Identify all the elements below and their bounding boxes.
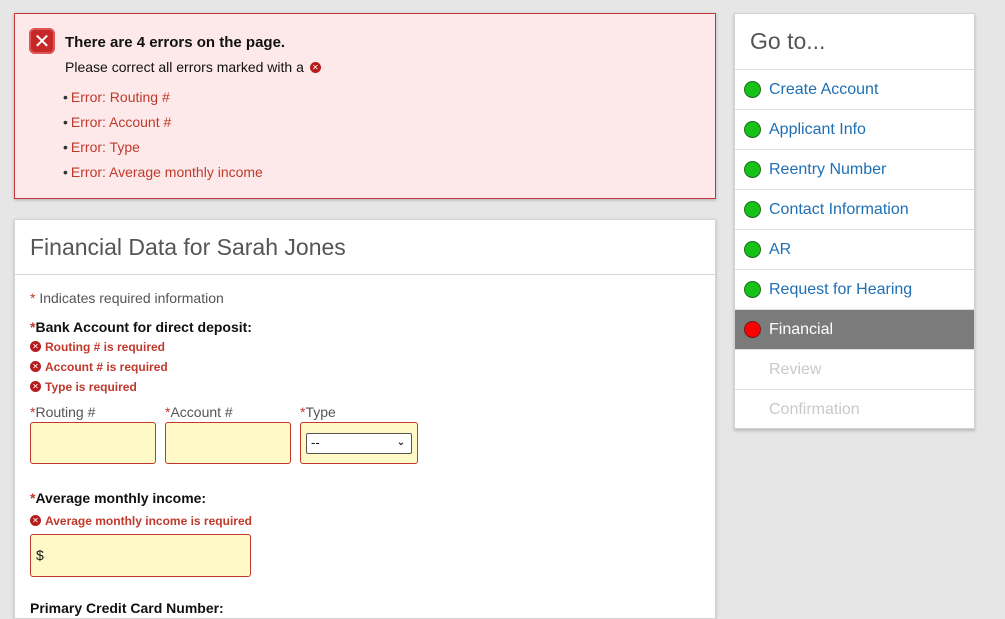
type-select-wrapper: -- ⌄ — [300, 422, 418, 464]
error-summary-subtitle-text: Please correct all errors marked with a — [65, 59, 304, 75]
type-label-text: Type — [305, 404, 336, 420]
income-error: ✕ Average monthly income is required — [30, 514, 252, 528]
status-complete-icon — [744, 81, 761, 98]
nav-item-label: Contact Information — [769, 201, 909, 218]
credit-card-label: Primary Credit Card Number: — [30, 600, 224, 616]
error-x-icon: ✕ — [30, 515, 41, 527]
routing-error-text: Routing # is required — [45, 340, 166, 354]
error-x-icon: ✕ — [29, 28, 55, 54]
error-summary-subtitle: Please correct all errors marked with a ✕ — [65, 59, 321, 75]
routing-input[interactable] — [30, 422, 156, 464]
status-complete-icon — [744, 161, 761, 178]
type-select-value: -- — [311, 435, 320, 450]
nav-item-label: Applicant Info — [769, 121, 866, 138]
type-select[interactable]: -- ⌄ — [306, 433, 412, 454]
financial-form-card: Financial Data for Sarah Jones * Indicat… — [14, 219, 716, 619]
goto-nav: Go to... Create Account Applicant Info R… — [734, 13, 975, 429]
account-input[interactable] — [165, 422, 291, 464]
income-error-text: Average monthly income is required — [45, 514, 252, 528]
nav-item-request-for-hearing[interactable]: Request for Hearing — [735, 270, 974, 310]
nav-item-create-account[interactable]: Create Account — [735, 70, 974, 110]
nav-title: Go to... — [735, 14, 974, 70]
error-summary: ✕ There are 4 errors on the page. Please… — [14, 13, 716, 199]
nav-item-label: Financial — [769, 321, 834, 338]
status-complete-icon — [744, 281, 761, 298]
error-list-item: • Error: Average monthly income — [63, 164, 263, 180]
error-list-item: • Error: Account # — [63, 114, 172, 130]
nav-item-contact-information[interactable]: Contact Information — [735, 190, 974, 230]
routing-label: *Routing # — [30, 404, 95, 420]
type-error-text: Type is required — [45, 380, 137, 394]
error-x-icon: ✕ — [30, 341, 41, 353]
error-x-icon: ✕ — [309, 61, 321, 73]
type-error: ✕ Type is required — [30, 380, 137, 394]
income-label-text: Average monthly income: — [35, 490, 207, 506]
bank-account-label: *Bank Account for direct deposit: — [30, 319, 252, 335]
error-x-icon: ✕ — [30, 361, 41, 373]
required-note-text: Indicates required information — [39, 290, 224, 306]
error-x-icon: ✕ — [30, 381, 41, 393]
currency-prefix: $ — [36, 547, 44, 563]
nav-item-label: Review — [769, 361, 822, 378]
required-star: * — [30, 290, 36, 306]
nav-item-label: Confirmation — [769, 401, 860, 418]
error-summary-title: There are 4 errors on the page. — [65, 34, 286, 51]
required-note: * Indicates required information — [30, 290, 224, 306]
nav-item-label: Create Account — [769, 81, 879, 98]
nav-item-label: Request for Hearing — [769, 281, 913, 298]
status-complete-icon — [744, 241, 761, 258]
nav-item-applicant-info[interactable]: Applicant Info — [735, 110, 974, 150]
status-complete-icon — [744, 201, 761, 218]
income-label: *Average monthly income: — [30, 490, 206, 506]
nav-item-confirmation: Confirmation — [735, 390, 974, 430]
nav-item-reentry-number[interactable]: Reentry Number — [735, 150, 974, 190]
bank-account-label-text: Bank Account for direct deposit: — [35, 319, 252, 335]
error-list-item: • Error: Routing # — [63, 89, 170, 105]
account-error: ✕ Account # is required — [30, 360, 168, 374]
type-label: *Type — [300, 404, 336, 420]
error-list: • Error: Routing # • Error: Account # • Err… — [63, 88, 263, 188]
status-complete-icon — [744, 121, 761, 138]
account-error-text: Account # is required — [45, 360, 168, 374]
routing-label-text: Routing # — [35, 404, 96, 420]
chevron-down-icon: ⌄ — [396, 437, 406, 448]
error-link-routing[interactable]: Error: Routing # — [71, 89, 170, 105]
nav-item-financial[interactable]: Financial — [735, 310, 974, 350]
status-current-icon — [744, 321, 761, 338]
nav-item-review: Review — [735, 350, 974, 390]
error-link-account[interactable]: Error: Account # — [71, 114, 171, 130]
nav-item-label: Reentry Number — [769, 161, 887, 178]
account-label: *Account # — [165, 404, 233, 420]
error-link-type[interactable]: Error: Type — [71, 139, 140, 155]
income-input[interactable]: $ — [30, 534, 251, 577]
nav-item-label: AR — [769, 241, 792, 258]
account-label-text: Account # — [170, 404, 233, 420]
divider — [15, 274, 715, 275]
page-title: Financial Data for Sarah Jones — [30, 234, 346, 260]
error-list-item: • Error: Type — [63, 139, 140, 155]
nav-item-ar[interactable]: AR — [735, 230, 974, 270]
error-link-income[interactable]: Error: Average monthly income — [71, 164, 263, 180]
routing-error: ✕ Routing # is required — [30, 340, 165, 354]
